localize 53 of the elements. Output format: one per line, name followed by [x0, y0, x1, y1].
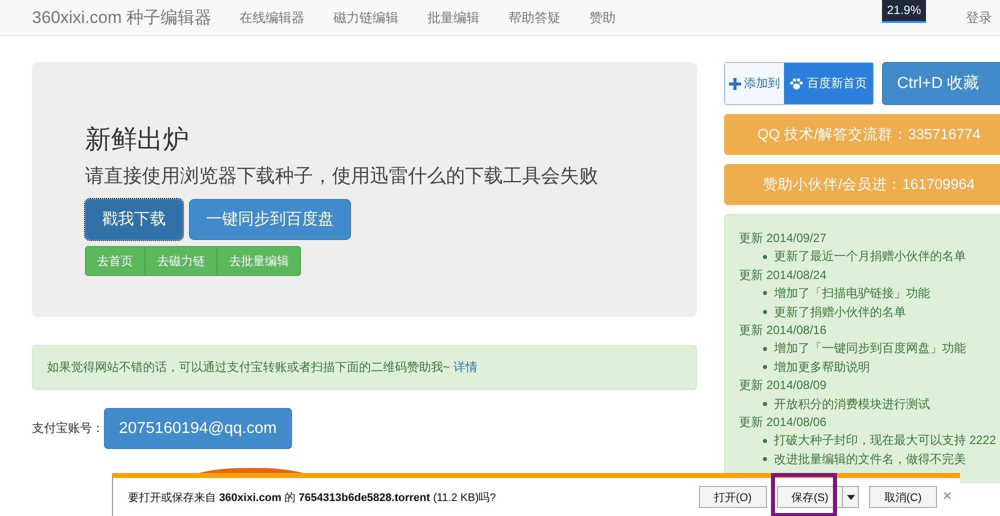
login-link[interactable]: 登录: [966, 8, 992, 26]
update-date: 更新 2014/08/24: [739, 266, 828, 284]
update-item: 更新了最近一个月捐赠小伙伴的名单: [774, 248, 966, 266]
download-button[interactable]: 一键同步到百度盘: [189, 199, 351, 240]
dialog-button[interactable]: 打开(O): [698, 486, 767, 508]
nav-link[interactable]: 批量编辑: [427, 8, 480, 26]
bullet-icon: [763, 254, 767, 259]
bookmark-button[interactable]: Ctrl+D 收藏: [882, 62, 1000, 105]
progress-badge: 21.9%: [882, 0, 926, 23]
update-item: 增加了「扫描电驴链接」功能: [774, 285, 930, 302]
close-button[interactable]: ×: [942, 488, 952, 506]
nav-link[interactable]: 磁力链编辑: [333, 8, 398, 26]
account-label: 支付宝账号：: [32, 420, 104, 437]
alert-text: 如果觉得网站不错的话，可以通过支付宝转账或者扫描下面的二维码赞助我~ 详情: [47, 359, 478, 376]
update-date: 更新 2014/08/06: [739, 414, 828, 432]
update-item: 开放积分的消费模块进行测试: [774, 396, 930, 413]
nav-button[interactable]: 去首页: [85, 246, 145, 276]
add-to-homepage-button[interactable]: 添加到 百度新首页: [724, 62, 874, 105]
update-item: 增加更多帮助说明: [774, 358, 870, 376]
paw-icon: [790, 78, 803, 90]
update-item: 改进批量编辑的文件名，做得不完美: [774, 450, 966, 468]
update-date: 更新 2014/09/27: [739, 230, 828, 247]
heading: 新鲜出炉: [85, 123, 190, 156]
update-item: 更新了捐赠小伙伴的名单: [774, 304, 906, 321]
bullet-icon: [763, 291, 767, 296]
bullet-icon: [763, 402, 767, 406]
update-date: 更新 2014/08/09: [739, 377, 828, 394]
site-logo[interactable]: 360xixi.com 种子编辑器: [32, 6, 212, 29]
info-banner: 赞助小伙伴/会员进：161709964: [724, 164, 1000, 205]
nav-link[interactable]: 赞助: [589, 8, 616, 26]
caret-icon: [846, 494, 855, 500]
bullet-icon: [763, 457, 767, 462]
save-button[interactable]: 保存(S): [776, 486, 844, 508]
details-link[interactable]: 详情: [453, 360, 478, 374]
update-item: 打破大种子封印，现在最大可以支持 2222: [774, 432, 996, 450]
update-item: 增加了「一键同步到百度网盘」功能: [774, 340, 966, 358]
bullet-icon: [763, 365, 767, 370]
plus-icon: [729, 78, 741, 90]
subtitle: 请直接使用浏览器下载种子，使用迅雷什么的下载工具会失败: [85, 165, 599, 189]
dropdown-button[interactable]: [843, 486, 860, 508]
account-button[interactable]: 2075160194@qq.com: [104, 408, 292, 449]
bullet-icon: [763, 346, 767, 351]
nav-button[interactable]: 去磁力链: [145, 246, 217, 276]
nav-link[interactable]: 帮助答疑: [508, 8, 560, 26]
dialog-button[interactable]: 取消(C): [869, 486, 937, 508]
bullet-icon: [763, 310, 767, 314]
info-banner: QQ 技术/解答交流群：335716774: [724, 114, 1000, 155]
nav-button[interactable]: 去批量编辑: [217, 246, 301, 276]
bullet-icon: [763, 438, 767, 443]
nav-link[interactable]: 在线编辑器: [239, 8, 304, 26]
download-message: 要打开或保存来自 360xixi.com 的 7654313b6de5828.torrent (11.2 KB)吗?: [128, 490, 497, 504]
update-date: 更新 2014/08/16: [739, 322, 828, 340]
download-button[interactable]: 戳我下载: [85, 199, 183, 240]
